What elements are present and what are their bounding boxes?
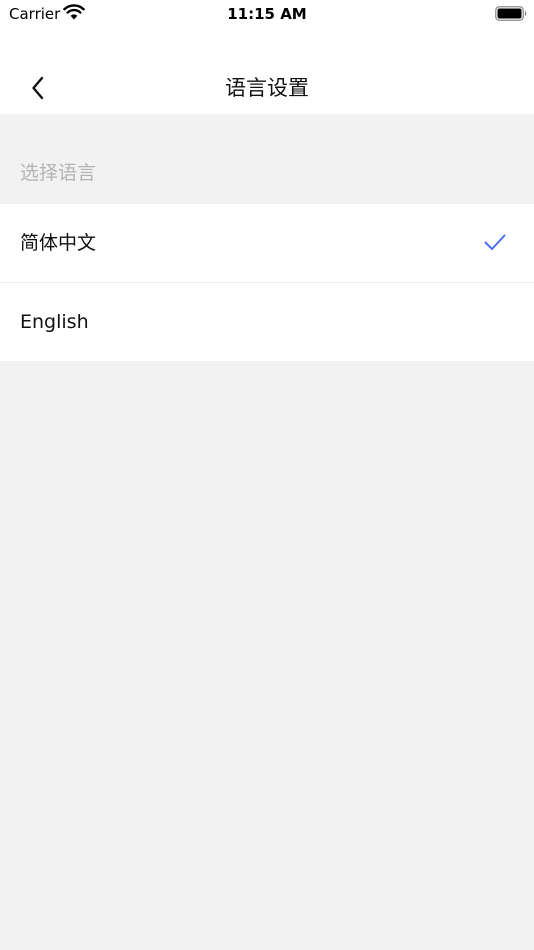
language-label: English: [20, 311, 89, 333]
section-label: 选择语言: [20, 162, 97, 184]
language-settings-screen: Carrier 11:15 AM 语言设置 选择语言 简体中文 English: [0, 0, 534, 950]
status-time: 11:15 AM: [227, 5, 307, 23]
language-list: 简体中文 English: [0, 204, 534, 361]
battery-full-icon: [495, 6, 527, 21]
page-title: 语言设置: [225, 76, 309, 100]
language-option-english[interactable]: English: [0, 282, 534, 361]
language-label: 简体中文: [20, 232, 97, 254]
checkmark-icon: [484, 234, 506, 250]
status-bar: Carrier 11:15 AM: [0, 0, 534, 28]
section-header: 选择语言: [0, 114, 534, 204]
navigation-bar: 语言设置: [0, 28, 534, 114]
language-option-simplified-chinese[interactable]: 简体中文: [0, 204, 534, 282]
